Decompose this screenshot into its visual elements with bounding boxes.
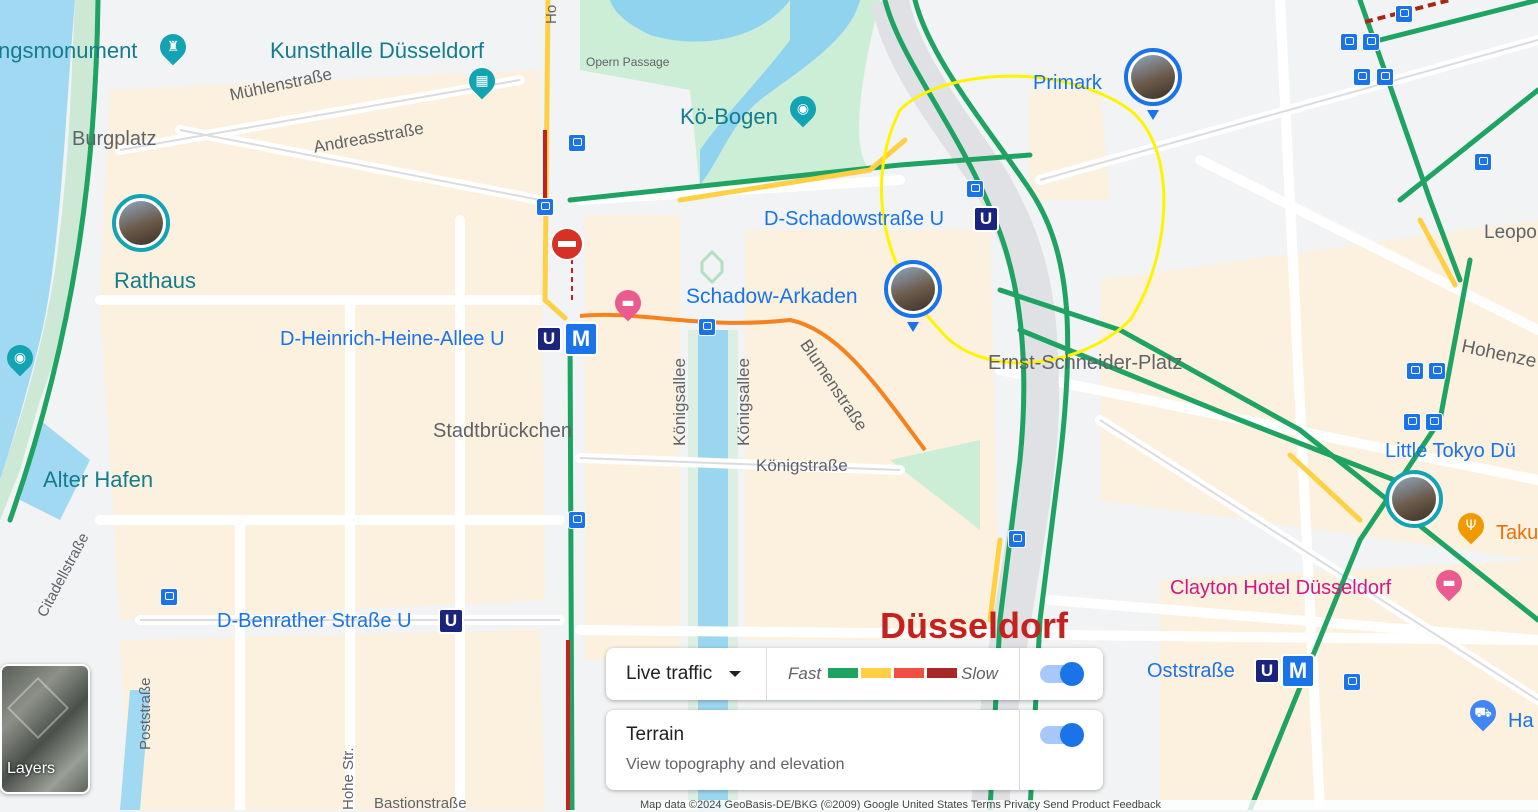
heinrich-heine-label[interactable]: D-Heinrich-Heine-Allee U [280, 328, 505, 351]
tram-stop-icon[interactable] [1008, 530, 1026, 548]
bus-stop-icon[interactable] [160, 588, 178, 606]
ko-bogen-label[interactable]: Kö-Bogen [680, 104, 778, 130]
alter-hafen-label[interactable]: Alter Hafen [43, 467, 153, 493]
cart-icon: ⛟ [1474, 705, 1492, 721]
ha-label[interactable]: Ha [1508, 710, 1534, 733]
legend-swatch-slow [894, 668, 924, 678]
schadow-arkaden-label[interactable]: Schadow-Arkaden [686, 285, 858, 309]
traffic-divider-1 [766, 648, 767, 700]
ko-bogen-marker[interactable]: ◉ [784, 90, 822, 128]
tram-stop-icon[interactable] [966, 180, 984, 198]
schadowstrasse-label[interactable]: D-Schadowstraße U [764, 208, 944, 231]
tram-stop-icon[interactable] [536, 198, 554, 216]
little-tokyo-label[interactable]: Little Tokyo Dü [1385, 440, 1516, 463]
street-label-bastionstrasse: Bastionstraße [374, 795, 467, 812]
street-label-koenigstrasse: Königstraße [756, 456, 848, 475]
monument-label[interactable]: ngsmonument [0, 38, 137, 64]
tram-stop-icon[interactable] [1425, 413, 1443, 431]
heinrich-heine-u-badge[interactable]: U [536, 326, 562, 352]
traffic-dropdown[interactable]: Live traffic [606, 648, 766, 700]
legend-swatch-medium [861, 668, 891, 678]
bus-stop-icon[interactable] [1474, 153, 1492, 171]
bus-stop-icon[interactable] [1395, 5, 1413, 23]
street-label-opern-passage: Opern Passage [586, 55, 670, 69]
tram-stop-icon[interactable] [1406, 362, 1424, 380]
bed-icon: ▬ [1442, 575, 1456, 591]
museum-icon: ▦ [475, 73, 489, 89]
kunsthalle-label[interactable]: Kunsthalle Düsseldorf [270, 38, 484, 64]
bus-stop-icon[interactable] [698, 318, 716, 336]
street-label-poststrasse: Poststraße [137, 677, 154, 750]
tram-stop-icon[interactable] [1428, 362, 1446, 380]
city-label[interactable]: Düsseldorf [880, 605, 1068, 647]
tram-stop-icon[interactable] [1340, 33, 1358, 51]
legend-slow-label: Slow [961, 664, 998, 683]
layers-icon [6, 676, 70, 740]
layers-button[interactable]: Layers [0, 664, 90, 794]
oststrasse-u-badge[interactable]: U [1254, 658, 1280, 684]
traffic-toggle[interactable] [1040, 662, 1084, 686]
street-label-koenigsallee-2: Königsallee [734, 358, 753, 446]
benrather-label[interactable]: D-Benrather Straße U [217, 610, 412, 633]
tram-stop-icon[interactable] [1403, 413, 1421, 431]
bus-stop-icon[interactable] [568, 134, 586, 152]
restaurant-icon: Ψ [1465, 518, 1477, 534]
traffic-dropdown-label: Live traffic [626, 663, 713, 684]
primark-photo-marker[interactable] [1124, 48, 1182, 106]
legend-swatch-fast [828, 668, 858, 678]
taku-marker[interactable]: Ψ [1452, 507, 1490, 545]
bus-stop-icon[interactable] [568, 511, 586, 529]
street-label-ho: Ho [543, 4, 560, 24]
terrain-toggle-knob [1060, 723, 1084, 747]
legend-swatch-very-slow [927, 668, 957, 678]
clayton-hotel-marker[interactable]: ▬ [1430, 564, 1468, 602]
monument-icon: ♜ [166, 39, 180, 55]
shopping-marker[interactable]: ⛟ [1464, 694, 1502, 732]
schadowstrasse-u-badge[interactable]: U [973, 206, 999, 232]
terrain-subtitle: View topography and elevation [626, 756, 845, 773]
stadtbrueckchen-label[interactable]: Stadtbrückchen [433, 420, 572, 443]
benrather-u-badge[interactable]: U [438, 608, 464, 634]
oststrasse-label[interactable]: Oststraße [1147, 660, 1235, 683]
map-attribution[interactable]: Map data ©2024 GeoBasis-DE/BKG (©2009) G… [640, 800, 1538, 810]
schadow-arkaden-photo-marker[interactable] [884, 260, 942, 318]
traffic-divider-2 [1019, 648, 1020, 700]
hotel-marker-1[interactable]: ▬ [609, 284, 647, 322]
traffic-toggle-knob [1060, 662, 1084, 686]
legend-fast-label: Fast [788, 664, 822, 683]
primark-pin-tip [1147, 110, 1159, 120]
primark-label[interactable]: Primark [1033, 72, 1102, 95]
terrain-divider [1019, 710, 1020, 790]
rathaus-label[interactable]: Rathaus [114, 268, 196, 294]
bus-stop-icon[interactable] [1343, 673, 1361, 691]
traffic-card: Live traffic Fast Slow [606, 648, 1103, 700]
street-label-hohe-str: Hohe Str. [340, 747, 357, 810]
ernst-schneider-label[interactable]: Ernst-Schneider-Platz [988, 352, 1183, 375]
kunsthalle-marker[interactable]: ▦ [463, 62, 501, 100]
street-label-leopo: Leopo [1484, 222, 1537, 243]
schadow-arkaden-pin-tip [907, 322, 919, 332]
terrain-card: Terrain View topography and elevation [606, 710, 1103, 790]
oststrasse-m-badge[interactable]: M [1281, 654, 1315, 688]
rathaus-photo-marker[interactable] [112, 194, 170, 252]
terrain-toggle[interactable] [1040, 723, 1084, 747]
tram-stop-icon[interactable] [1376, 68, 1394, 86]
bed-icon: ▬ [621, 295, 635, 311]
terrain-title: Terrain [626, 724, 685, 745]
taku-label[interactable]: Taku [1496, 522, 1538, 545]
tram-stop-icon[interactable] [1362, 33, 1380, 51]
layers-label: Layers [7, 760, 56, 777]
street-label-koenigsallee-1: Königsallee [670, 358, 689, 446]
chevron-down-icon [729, 671, 741, 677]
tram-stop-icon[interactable] [1353, 68, 1371, 86]
burgplatz-label[interactable]: Burgplatz [72, 128, 157, 151]
monument-marker[interactable]: ♜ [154, 28, 192, 66]
camera-icon: ◉ [13, 350, 27, 366]
left-camera-marker[interactable]: ◉ [1, 339, 39, 377]
heinrich-heine-m-badge[interactable]: M [564, 322, 598, 356]
clayton-hotel-label[interactable]: Clayton Hotel Düsseldorf [1170, 577, 1391, 600]
little-tokyo-photo-marker[interactable] [1385, 470, 1443, 528]
camera-icon: ◉ [796, 101, 810, 117]
